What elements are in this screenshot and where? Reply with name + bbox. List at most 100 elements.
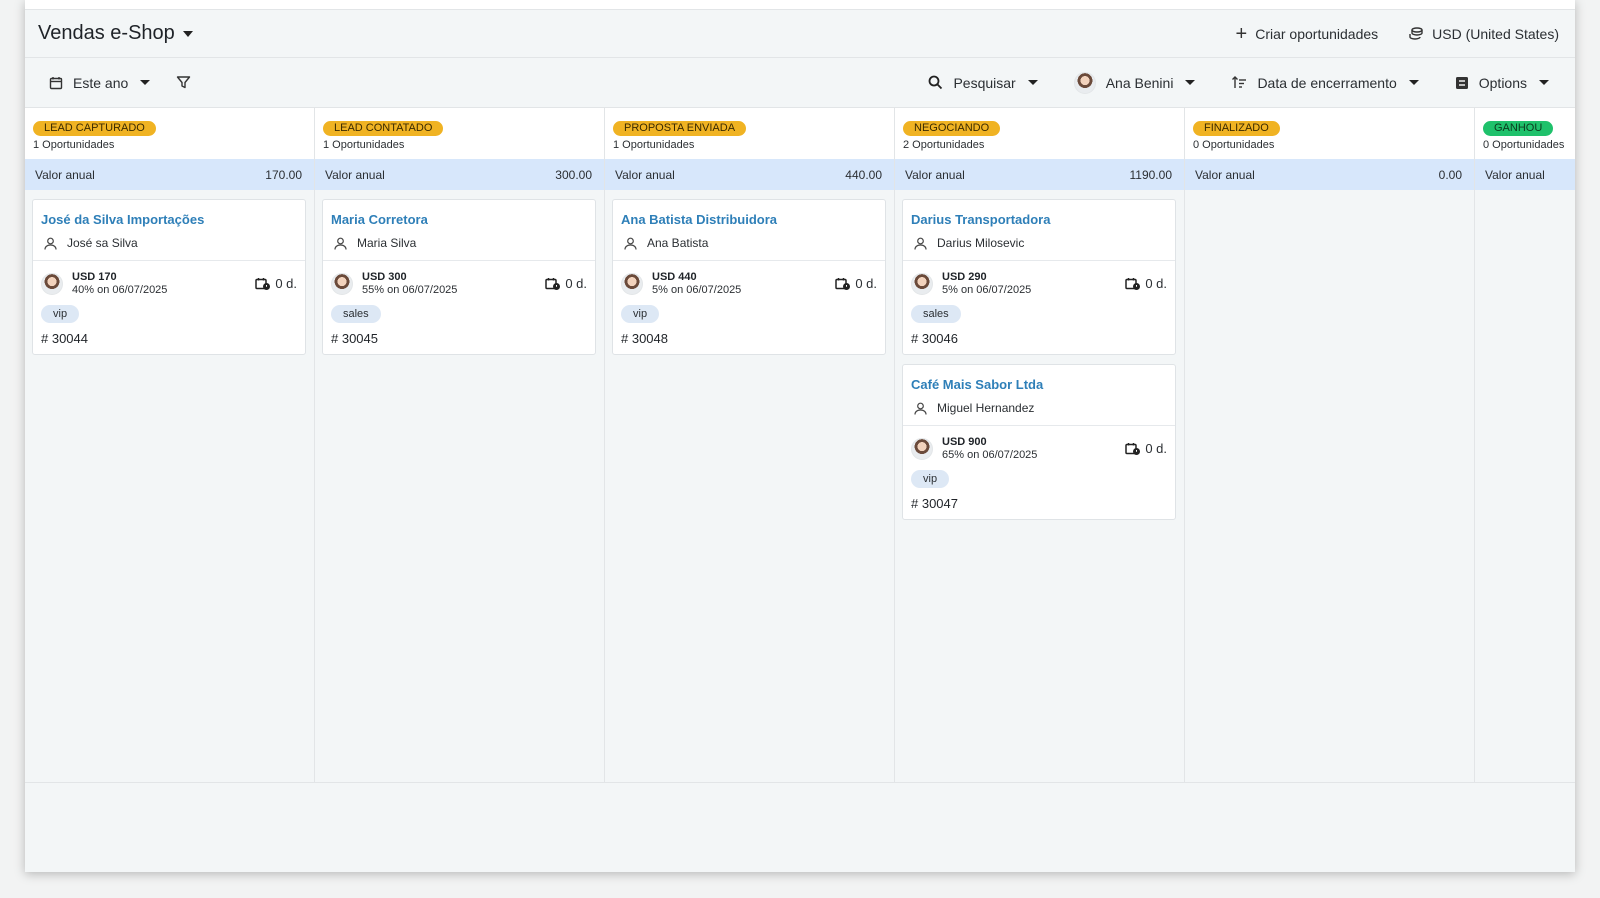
probability-date: 40% on 06/07/2025 — [72, 284, 168, 296]
pipeline-selector[interactable]: Vendas e-Shop — [38, 22, 193, 45]
opportunity-id: # 30048 — [621, 331, 668, 346]
activity-indicator[interactable]: 0 d. — [1125, 276, 1167, 291]
column-header: LEAD CAPTURADO 1 Oportunidades — [25, 108, 314, 159]
opportunity-amount: USD 440 — [652, 271, 697, 283]
person-icon — [914, 237, 927, 250]
calendar-clock-icon — [835, 277, 851, 291]
probability-date: 65% on 06/07/2025 — [942, 449, 1038, 461]
period-filter[interactable]: Este ano — [49, 74, 151, 91]
sort-label: Data de encerramento — [1257, 74, 1397, 91]
owner-avatar — [331, 272, 353, 295]
contact-name: Darius Milosevic — [937, 236, 1025, 250]
opportunity-id: # 30046 — [911, 331, 958, 346]
opportunity-count: 1 Oportunidades — [33, 139, 115, 151]
days-label: 0 d. — [565, 276, 587, 291]
summary-label: Valor anual — [615, 167, 675, 182]
owner-avatar — [911, 437, 933, 460]
person-icon — [44, 237, 57, 250]
contact-name: Ana Batista — [647, 236, 709, 250]
person-icon — [624, 237, 637, 250]
pipeline-title: Vendas e-Shop — [38, 22, 175, 44]
contact-row: Miguel Hernandez — [911, 401, 1167, 415]
options-label: Options — [1478, 74, 1527, 91]
opportunity-card[interactable]: Darius Transportadora Darius Milosevic U… — [902, 199, 1176, 355]
stage-badge: LEAD CAPTURADO — [33, 121, 156, 136]
days-label: 0 d. — [275, 276, 297, 291]
search-button[interactable]: Pesquisar — [928, 75, 1038, 91]
create-opportunity-button[interactable]: + Criar oportunidades — [1235, 22, 1379, 45]
chevron-down-icon — [140, 80, 151, 85]
owner-avatar — [911, 272, 933, 295]
contact-row: Maria Silva — [331, 236, 587, 250]
activity-indicator[interactable]: 0 d. — [1125, 441, 1167, 456]
app-window: Vendas e-Shop + Criar oportunidades USD … — [25, 0, 1575, 872]
sort-selector[interactable]: Data de encerramento — [1231, 74, 1419, 91]
column-summary: Valor anual — [1475, 159, 1575, 190]
column-body: José da Silva Importações José sa Silva … — [25, 190, 314, 782]
chevron-down-icon — [1027, 80, 1038, 85]
opportunity-card[interactable]: José da Silva Importações José sa Silva … — [32, 199, 306, 355]
contact-name: Maria Silva — [357, 236, 417, 250]
tag-chip[interactable]: sales — [911, 305, 961, 323]
currency-label: USD (United States) — [1432, 25, 1559, 42]
contact-row: Ana Batista — [621, 236, 877, 250]
opportunity-count: 2 Oportunidades — [903, 139, 985, 151]
column-summary: Valor anual 1190.00 — [895, 159, 1184, 190]
options-icon — [1455, 76, 1469, 90]
summary-label: Valor anual — [35, 167, 95, 182]
activity-indicator[interactable]: 0 d. — [545, 276, 587, 291]
activity-indicator[interactable]: 0 d. — [835, 276, 877, 291]
column-summary: Valor anual 170.00 — [25, 159, 314, 190]
opportunity-id: # 30044 — [41, 331, 88, 346]
options-menu[interactable]: Options — [1455, 75, 1549, 91]
opportunity-card[interactable]: Café Mais Sabor Ltda Miguel Hernandez US… — [902, 364, 1176, 520]
probability-date: 55% on 06/07/2025 — [362, 284, 458, 296]
header-actions: + Criar oportunidades USD (United States… — [1235, 22, 1559, 45]
opportunity-count: 0 Oportunidades — [1193, 139, 1275, 151]
tag-chip[interactable]: vip — [41, 305, 80, 323]
user-filter[interactable]: Ana Benini — [1073, 71, 1196, 94]
summary-value: 300.00 — [555, 167, 592, 182]
period-label: Este ano — [73, 74, 129, 91]
days-label: 0 d. — [855, 276, 877, 291]
calendar-clock-icon — [1125, 277, 1141, 291]
activity-indicator[interactable]: 0 d. — [255, 276, 297, 291]
kanban-column: PROPOSTA ENVIADA 1 Oportunidades Valor a… — [605, 108, 895, 782]
column-summary: Valor anual 440.00 — [605, 159, 894, 190]
opportunity-title[interactable]: Maria Corretora — [331, 212, 587, 227]
summary-label: Valor anual — [1485, 167, 1545, 182]
plus-icon: + — [1235, 22, 1248, 45]
column-header: PROPOSTA ENVIADA 1 Oportunidades — [605, 108, 894, 159]
opportunity-title[interactable]: Ana Batista Distribuidora — [621, 212, 877, 227]
chevron-down-icon — [182, 30, 193, 37]
tag-chip[interactable]: vip — [621, 305, 660, 323]
opportunity-title[interactable]: Café Mais Sabor Ltda — [911, 377, 1167, 392]
opportunity-count: 0 Oportunidades — [1483, 139, 1565, 151]
opportunity-amount: USD 300 — [362, 271, 407, 283]
tag-chip[interactable]: sales — [331, 305, 381, 323]
summary-value: 1190.00 — [1129, 167, 1173, 182]
calendar-icon — [49, 76, 63, 90]
opportunity-title[interactable]: Darius Transportadora — [911, 212, 1167, 227]
contact-row: Darius Milosevic — [911, 236, 1167, 250]
kanban-column: FINALIZADO 0 Oportunidades Valor anual 0… — [1185, 108, 1475, 782]
contact-row: José sa Silva — [41, 236, 297, 250]
kanban-column: LEAD CONTATADO 1 Oportunidades Valor anu… — [315, 108, 605, 782]
opportunity-id: # 30047 — [911, 496, 958, 511]
column-header: LEAD CONTATADO 1 Oportunidades — [315, 108, 604, 159]
stage-badge: FINALIZADO — [1193, 121, 1280, 136]
filter-button[interactable] — [176, 75, 191, 90]
summary-label: Valor anual — [1195, 167, 1255, 182]
person-icon — [914, 402, 927, 415]
filter-icon — [176, 75, 191, 90]
kanban-column: LEAD CAPTURADO 1 Oportunidades Valor anu… — [25, 108, 315, 782]
opportunity-title[interactable]: José da Silva Importações — [41, 212, 297, 227]
currency-selector[interactable]: USD (United States) — [1408, 26, 1559, 42]
opportunity-card[interactable]: Ana Batista Distribuidora Ana Batista US… — [612, 199, 886, 355]
tag-chip[interactable]: vip — [911, 470, 950, 488]
owner-avatar — [41, 272, 63, 295]
summary-label: Valor anual — [905, 167, 965, 182]
opportunity-card[interactable]: Maria Corretora Maria Silva USD 300 55% … — [322, 199, 596, 355]
summary-value: 170.00 — [265, 167, 302, 182]
owner-avatar — [621, 272, 643, 295]
